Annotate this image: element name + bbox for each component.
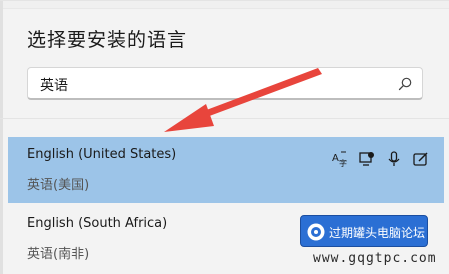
svg-text:字: 字 xyxy=(339,158,347,168)
dialog-title: 选择要安装的语言 xyxy=(27,29,188,51)
language-native-name: 英语(南非) xyxy=(27,247,90,262)
search-input-value[interactable]: 英语 xyxy=(40,75,68,95)
watermark-logo-icon xyxy=(307,223,325,241)
display-language-icon: A 字 xyxy=(332,151,347,168)
watermark-label: 过期罐头电脑论坛 xyxy=(329,226,426,240)
language-option-english-us[interactable]: English (United States) 英语(美国) A 字 xyxy=(8,137,444,203)
search-icon[interactable] xyxy=(397,76,413,92)
dialog-top-strip xyxy=(0,1,449,9)
divider xyxy=(0,118,449,119)
language-name: English (South Africa) xyxy=(27,216,168,231)
language-native-name: 英语(美国) xyxy=(27,178,90,193)
text-to-speech-icon xyxy=(359,152,374,166)
language-features: A 字 xyxy=(331,148,430,170)
svg-text:A: A xyxy=(332,153,339,164)
language-search-input[interactable]: 英语 xyxy=(27,67,423,100)
language-name: English (United States) xyxy=(27,147,177,162)
handwriting-icon xyxy=(413,152,428,166)
watermark-badge: 过期罐头电脑论坛 xyxy=(300,215,428,247)
watermark-url: www.gqgtpc.com xyxy=(313,251,437,266)
dialog-left-edge xyxy=(0,1,3,274)
speech-recognition-icon xyxy=(388,151,400,166)
